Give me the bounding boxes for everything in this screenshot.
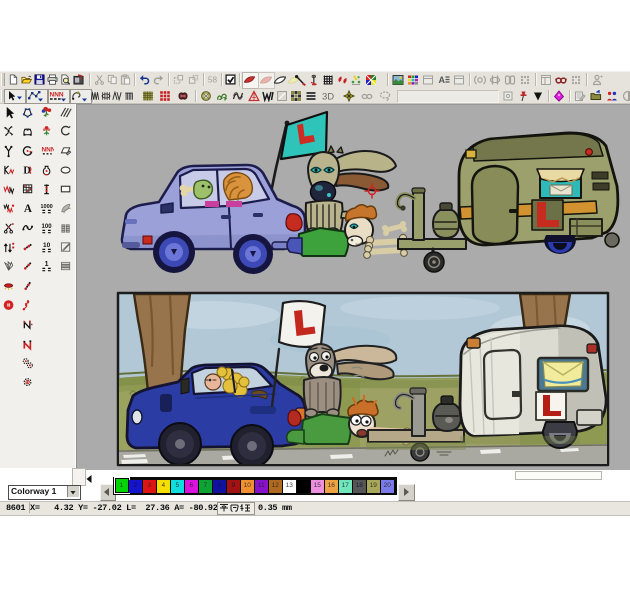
- svg-text:58: 58: [208, 76, 218, 85]
- svg-text:1: 1: [45, 261, 49, 268]
- svg-text:A: A: [439, 75, 446, 85]
- svg-text:NNN: NNN: [50, 92, 64, 99]
- svg-text:10: 10: [43, 242, 51, 249]
- svg-text:A: A: [24, 203, 32, 215]
- svg-text:3D: 3D: [322, 92, 334, 103]
- svg-text:NNN: NNN: [41, 147, 54, 154]
- svg-text:100: 100: [42, 224, 53, 230]
- svg-text:1000: 1000: [41, 204, 53, 210]
